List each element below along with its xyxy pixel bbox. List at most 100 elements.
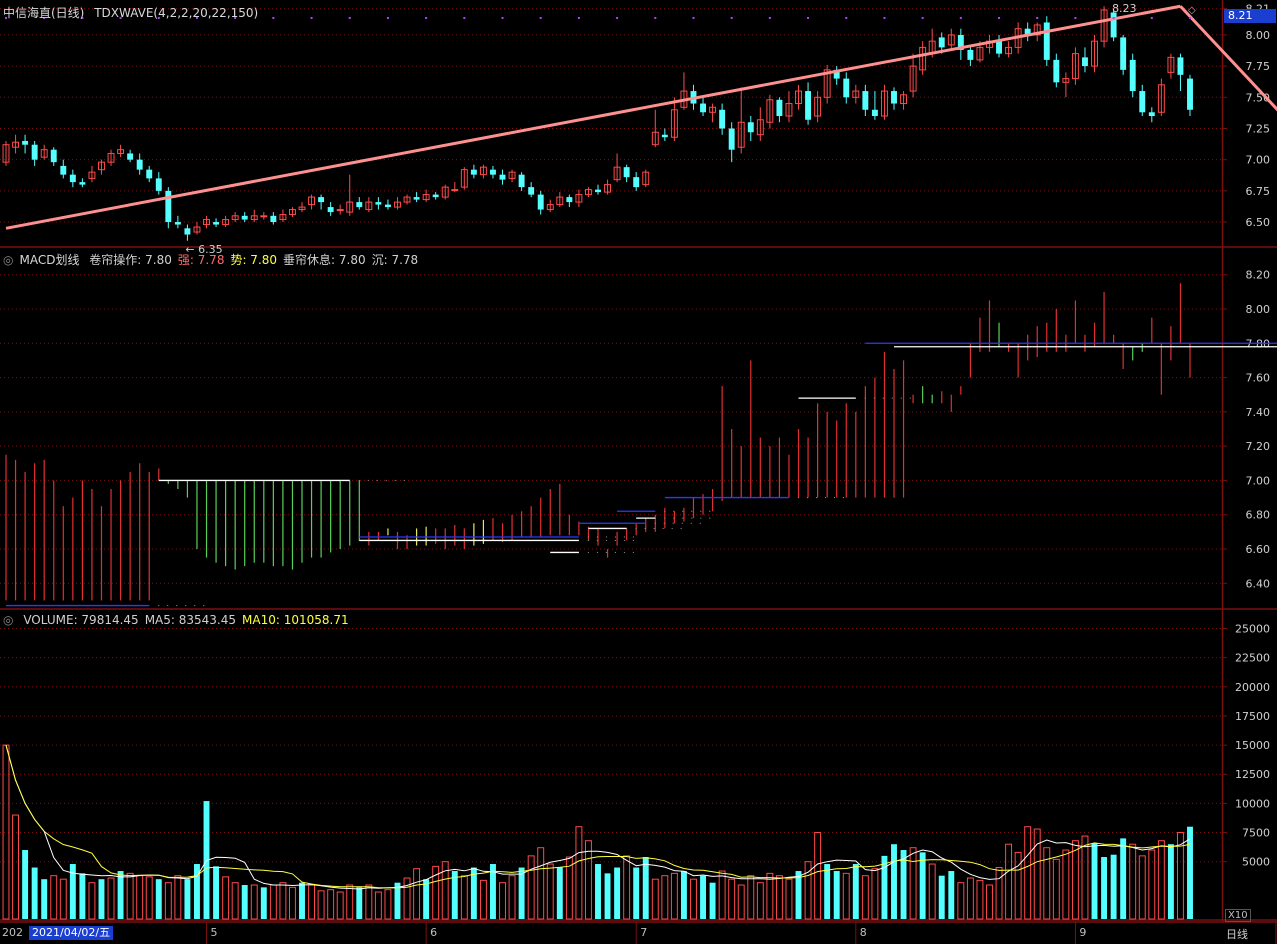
volume-bar xyxy=(299,882,305,919)
macd-level-dot xyxy=(664,517,666,519)
candle-body xyxy=(623,167,630,178)
candle-body xyxy=(528,187,535,195)
volume-bar xyxy=(785,878,793,920)
volume-bar xyxy=(317,890,325,920)
month-label: 8 xyxy=(859,926,867,939)
macd-level-dot xyxy=(654,522,656,524)
volume-bar xyxy=(623,855,631,920)
period-label[interactable]: 日线 xyxy=(1226,926,1248,942)
volume-bar xyxy=(1033,828,1041,920)
macd-level-dot xyxy=(682,517,684,519)
macd-level-dot xyxy=(635,527,637,529)
price-tick-label: 7.00 xyxy=(1246,154,1271,167)
candle-body xyxy=(213,222,220,225)
volume-bar xyxy=(957,882,965,920)
macd-tick-label: 6.60 xyxy=(1246,543,1271,556)
macd-name[interactable]: MACD划线 xyxy=(19,253,79,267)
volume-tick-label: 12500 xyxy=(1235,768,1270,781)
macd-level-dot xyxy=(185,605,187,607)
macd-level-dot xyxy=(587,536,589,538)
volume-bar xyxy=(117,871,124,919)
volume-bar xyxy=(308,884,316,920)
volume-bar xyxy=(604,873,611,919)
indicator-name[interactable]: TDXWAVE(4,2,2,20,22,150) xyxy=(94,6,258,20)
wave-trendline xyxy=(5,4,1181,230)
volume-bar xyxy=(269,884,277,920)
volume-bar xyxy=(891,844,897,919)
price-tick-label: 7.75 xyxy=(1246,60,1271,73)
volume-bar xyxy=(871,868,879,920)
high-price-label: 8.23 xyxy=(1112,2,1137,15)
volume-indicator-icon[interactable]: ◎ xyxy=(3,613,13,627)
macd-level-dot xyxy=(681,522,683,524)
candle-body xyxy=(356,202,363,208)
volume-bar xyxy=(241,885,248,919)
volume-tick-label: 5000 xyxy=(1242,856,1270,869)
macd-tick-label: 6.40 xyxy=(1246,577,1271,590)
macd-level-dot xyxy=(699,522,701,524)
macd-level-dot xyxy=(680,527,682,529)
volume-bar xyxy=(537,847,545,920)
volume-tick-label: 22500 xyxy=(1235,652,1270,665)
macd-indicator-icon[interactable]: ◎ xyxy=(3,253,13,267)
volume-bar xyxy=(288,886,296,920)
macd-level-dot xyxy=(632,551,634,553)
volume-bar xyxy=(518,867,525,919)
signal-dot xyxy=(501,17,504,19)
candle-body xyxy=(633,177,640,188)
volume-bar xyxy=(986,884,993,920)
macd-level-dot xyxy=(385,479,387,481)
volume-bar xyxy=(12,814,20,920)
macd-value-0: 卷帘操作: 7.80 xyxy=(89,253,172,267)
macd-value-1: 强: 7.78 xyxy=(177,253,225,267)
macd-level-dot xyxy=(664,510,666,512)
month-label: 6 xyxy=(430,926,438,939)
volume-bar xyxy=(833,871,840,919)
volume-bar xyxy=(595,864,601,919)
candle-body xyxy=(843,78,850,98)
volume-bar xyxy=(1167,844,1174,919)
signal-dot xyxy=(577,17,580,19)
volume-bar xyxy=(346,884,354,920)
macd-level-dot xyxy=(376,479,378,481)
volume-bar xyxy=(680,871,687,919)
macd-tick-label: 7.60 xyxy=(1246,372,1271,385)
volume-tick-label: 10000 xyxy=(1235,797,1270,810)
signal-dot xyxy=(1150,17,1153,19)
volume-bar xyxy=(31,867,38,919)
price-tick-label: 6.50 xyxy=(1246,216,1271,229)
signal-dot xyxy=(539,17,542,19)
signal-dot xyxy=(425,17,428,19)
volume-bar xyxy=(556,867,563,919)
macd-level-dot xyxy=(596,539,598,541)
diamond-icon[interactable]: ◇ xyxy=(1188,5,1196,16)
volume-bar xyxy=(766,872,774,920)
candle-body xyxy=(1177,57,1184,75)
candle-body xyxy=(270,215,277,223)
year-label: 202 xyxy=(2,926,23,939)
candle-body xyxy=(1110,12,1117,38)
volume-panel-header: ◎ VOLUME: 79814.45 MA5: 83543.45 MA10: 101… xyxy=(3,613,361,627)
signal-dot xyxy=(768,17,771,19)
candle-body xyxy=(174,222,181,225)
macd-level-dot xyxy=(882,397,884,399)
signal-dot xyxy=(883,17,886,19)
stock-title[interactable]: 中信海直(日线) xyxy=(3,6,84,20)
current-price-tag: 8.21 xyxy=(1224,9,1276,23)
candle-body xyxy=(891,91,897,104)
macd-level-dot xyxy=(623,551,625,553)
candle-body xyxy=(1082,57,1088,67)
macd-level-dot xyxy=(691,517,693,519)
macd-level-dot xyxy=(700,510,702,512)
volume-bar xyxy=(164,882,172,920)
volume-bar xyxy=(279,882,287,920)
candle-body xyxy=(537,194,544,210)
volume-bar xyxy=(1062,849,1070,920)
volume-bar xyxy=(365,884,373,920)
macd-level-dot xyxy=(653,527,655,529)
volume-bar xyxy=(213,866,220,919)
macd-level-dot xyxy=(623,539,625,541)
macd-level-dot xyxy=(358,479,360,481)
volume-bar xyxy=(403,877,411,920)
candle-body xyxy=(595,189,601,193)
